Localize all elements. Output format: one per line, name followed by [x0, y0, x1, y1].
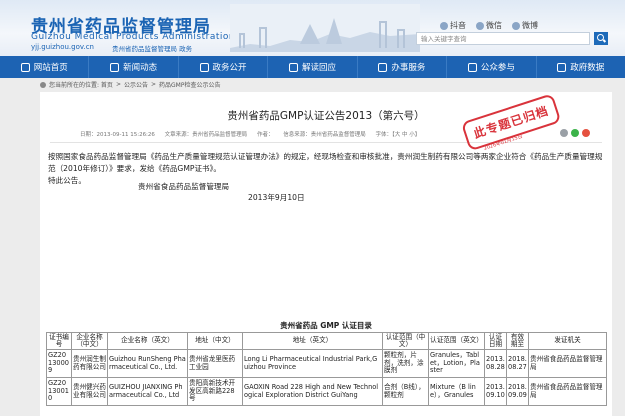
cell-name-cn: 贵州健兴药业有限公司 — [71, 377, 108, 406]
cell-issuer: 贵州省食品药品监督管理局 — [528, 349, 607, 378]
nav-item-interpretation[interactable]: 解读回应 — [268, 56, 358, 78]
search-icon[interactable] — [594, 32, 608, 45]
weibo-icon — [512, 21, 520, 30]
nav-item-public[interactable]: 公众参与 — [447, 56, 537, 78]
book-icon — [288, 62, 298, 72]
article-date: 2013年9月10日 — [248, 193, 305, 202]
th-cert-date: 认证日期 — [484, 332, 507, 350]
cell-addr-cn: 贵阳高新技术开发区高新路228号 — [187, 377, 243, 406]
cell-expiry: 2018.09.09 — [506, 377, 529, 406]
cell-scope-cn: 合剂（B线），颗粒剂 — [382, 377, 429, 406]
nav-item-data[interactable]: 政府数据 — [537, 56, 625, 78]
cell-scope-en: Mixture（B line），Granules — [428, 377, 485, 406]
document-icon — [199, 62, 209, 72]
article-meta: 日期：2013-09-11 15:26:26 文章来源：贵州省药品监督管理局 作… — [80, 130, 428, 138]
cell-name-cn: 贵州润生制药有限公司 — [71, 349, 108, 378]
breadcrumb-notices[interactable]: 公示公告 — [124, 80, 148, 89]
news-icon — [110, 62, 120, 72]
home-icon — [20, 62, 30, 72]
main-nav: 网站首页 新闻动态 政务公开 解读回应 办事服务 公众参与 政府数据 — [0, 56, 625, 78]
th-scope-en: 认证范围（英文） — [428, 332, 485, 350]
th-scope-cn: 认证范围（中文） — [382, 332, 429, 350]
cell-name-en: Guizhou RunSheng Pharmaceutical Co., Ltd… — [107, 349, 188, 378]
search-input[interactable]: 输入关键字查询 — [416, 32, 590, 45]
site-url: yjj.guizhou.gov.cn — [31, 43, 94, 51]
meta-author: 作者： — [256, 132, 274, 138]
site-title-en: Guizhou Medical Products Administration — [31, 32, 236, 42]
site-header: 贵州省药品监督管理局 Guizhou Medical Products Admi… — [0, 0, 625, 56]
social-link-wechat[interactable]: 微信 — [476, 20, 502, 31]
city-skyline-image — [230, 4, 420, 52]
body-paragraph: 按照国家食品药品监督管理局《药品生产质量管理规范认证管理办法》的规定，经现场检查… — [48, 152, 603, 173]
table-row: GZ20130010 贵州健兴药业有限公司 GUIZHOU JIANXING P… — [46, 377, 607, 406]
meta-date: 日期：2013-09-11 15:26:26 — [80, 132, 155, 138]
cell-cert-no: GZ20130009 — [46, 349, 72, 378]
cell-scope-cn: 颗粒剂，片剂，洗剂，涂膜剂 — [382, 349, 429, 378]
gmp-table: 证书编号 企业名称（中文） 企业名称（英文） 地址（中文） 地址（英文） 认证范… — [46, 332, 607, 406]
meta-source: 文章来源：贵州省药品监督管理局 — [164, 132, 248, 138]
breadcrumb-gmp[interactable]: 药品GMP检查公示公告 — [159, 80, 220, 89]
cell-addr-cn: 贵州省龙里医药工业园 — [187, 349, 243, 378]
nav-item-services[interactable]: 办事服务 — [358, 56, 448, 78]
cell-cert-date: 2013.09.10 — [484, 377, 507, 406]
wechat-share-icon[interactable] — [571, 129, 579, 137]
article-body: 按照国家食品药品监督管理局《药品生产质量管理规范认证管理办法》的规定，经现场检查… — [48, 151, 606, 187]
cell-cert-no: GZ20130010 — [46, 377, 72, 406]
th-addr-en: 地址（英文） — [242, 332, 383, 350]
th-addr-cn: 地址（中文） — [187, 332, 243, 350]
th-cert-no: 证书编号 — [46, 332, 72, 350]
breadcrumb-home[interactable]: 您当前所在的位置: 首页 — [49, 80, 113, 89]
table-header-row: 证书编号 企业名称（中文） 企业名称（英文） 地址（中文） 地址（英文） 认证范… — [46, 332, 607, 350]
font-size-control[interactable]: 字体：【大 中 小】 — [375, 132, 420, 138]
th-expiry: 有效期至 — [506, 332, 529, 350]
th-issuer: 发证机关 — [528, 332, 607, 350]
body-closing: 特此公告。 — [48, 176, 86, 185]
douyin-icon — [440, 21, 448, 30]
nav-item-news[interactable]: 新闻动态 — [89, 56, 179, 78]
th-name-cn: 企业名称（中文） — [71, 332, 108, 350]
cell-addr-en: GAOXIN Road 228 High and New Technologic… — [242, 377, 383, 406]
article-signature: 贵州省食品药品监督管理局 — [138, 182, 230, 191]
cell-addr-en: Long Li Pharmaceutical Industrial Park,G… — [242, 349, 383, 378]
cell-scope-en: Granules，Tablet，Lotion，Plaster — [428, 349, 485, 378]
weibo-share-icon[interactable] — [582, 129, 590, 137]
meta-info-source: 信息来源：贵州省药品监督管理局 — [283, 132, 366, 138]
th-name-en: 企业名称（英文） — [107, 332, 188, 350]
breadcrumb: 您当前所在的位置: 首页 > 公示公告 > 药品GMP检查公示公告 — [40, 80, 220, 89]
location-icon — [40, 81, 46, 88]
service-icon — [378, 62, 388, 72]
social-links: 抖音 微信 微博 — [440, 20, 538, 31]
social-link-weibo[interactable]: 微博 — [512, 20, 538, 31]
cell-issuer: 贵州省食品药品监督管理局 — [528, 377, 607, 406]
nav-item-gov-affairs[interactable]: 政务公开 — [179, 56, 269, 78]
cell-cert-date: 2013.08.28 — [484, 349, 507, 378]
wechat-icon — [476, 21, 484, 30]
cell-name-en: GUIZHOU JIANXING Pharmaceutical Co., Ltd — [107, 377, 188, 406]
chat-icon — [467, 62, 477, 72]
social-link-douyin[interactable]: 抖音 — [440, 20, 466, 31]
site-subtitle: 贵州省药品监督管理局 政务 — [112, 45, 193, 53]
cell-expiry: 2018.08.27 — [506, 349, 529, 378]
nav-item-home[interactable]: 网站首页 — [0, 56, 90, 78]
article-card: 贵州省药品GMP认证公告2013（第六号） 日期：2013-09-11 15:2… — [40, 92, 612, 416]
table-title: 贵州省药品 GMP 认证目录 — [280, 321, 372, 330]
data-icon — [557, 62, 567, 72]
table-row: GZ20130009 贵州润生制药有限公司 Guizhou RunSheng P… — [46, 349, 607, 378]
